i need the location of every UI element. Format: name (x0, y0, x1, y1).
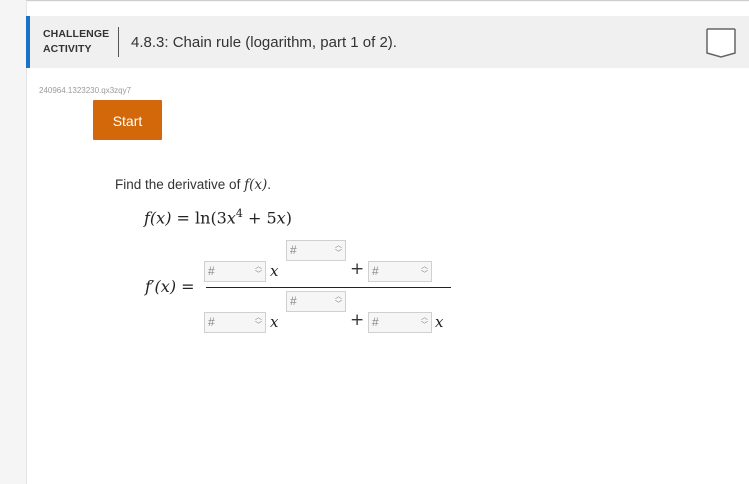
stepper-arrows-icon[interactable]: ︿ ﹀ (255, 314, 262, 330)
top-border (26, 0, 749, 1)
stepper-arrows-icon[interactable]: ︿ ﹀ (421, 314, 428, 330)
activity-header: CHALLENGE ACTIVITY 4.8.3: Chain rule (lo… (26, 16, 749, 68)
numerator-coefficient-input[interactable]: # ︿ ﹀ (286, 240, 346, 261)
numerator-plus: + (350, 259, 365, 279)
start-button[interactable]: Start (93, 100, 162, 140)
numerator-variable: x (270, 262, 279, 280)
stepper-arrows-icon[interactable]: ︿ ﹀ (421, 263, 428, 279)
denominator-variable-2: x (435, 313, 444, 331)
function-equation: f(x) = ln(3x4 + 5x) (144, 207, 292, 228)
stepper-arrows-icon[interactable]: ︿ ﹀ (335, 293, 342, 309)
content-panel (26, 2, 749, 484)
header-accent-bar (26, 16, 30, 68)
fraction-bar (206, 287, 451, 288)
denominator-coefficient-input[interactable]: # ︿ ﹀ (368, 312, 432, 333)
denominator-variable: x (270, 313, 279, 331)
denominator-exponent-input[interactable]: # ︿ ﹀ (286, 291, 346, 312)
stepper-arrows-icon[interactable]: ︿ ﹀ (255, 263, 262, 279)
derivative-lhs: f′(x) = (145, 277, 195, 296)
prompt-function: f(x) (244, 177, 268, 193)
denominator-x-coefficient-input[interactable]: # ︿ ﹀ (204, 312, 266, 333)
denominator-plus: + (350, 310, 365, 330)
activity-type-label: CHALLENGE ACTIVITY (43, 28, 110, 55)
numerator-constant-input[interactable]: # ︿ ﹀ (368, 261, 432, 282)
activity-title: 4.8.3: Chain rule (logarithm, part 1 of … (131, 34, 397, 51)
stepper-arrows-icon[interactable]: ︿ ﹀ (335, 242, 342, 258)
problem-prompt: Find the derivative of f(x). (115, 177, 271, 193)
completion-check-icon (706, 28, 736, 58)
header-divider (118, 27, 119, 57)
numerator-x-coefficient-input[interactable]: # ︿ ﹀ (204, 261, 266, 282)
activity-id: 240964.1323230.qx3zqy7 (39, 86, 132, 95)
